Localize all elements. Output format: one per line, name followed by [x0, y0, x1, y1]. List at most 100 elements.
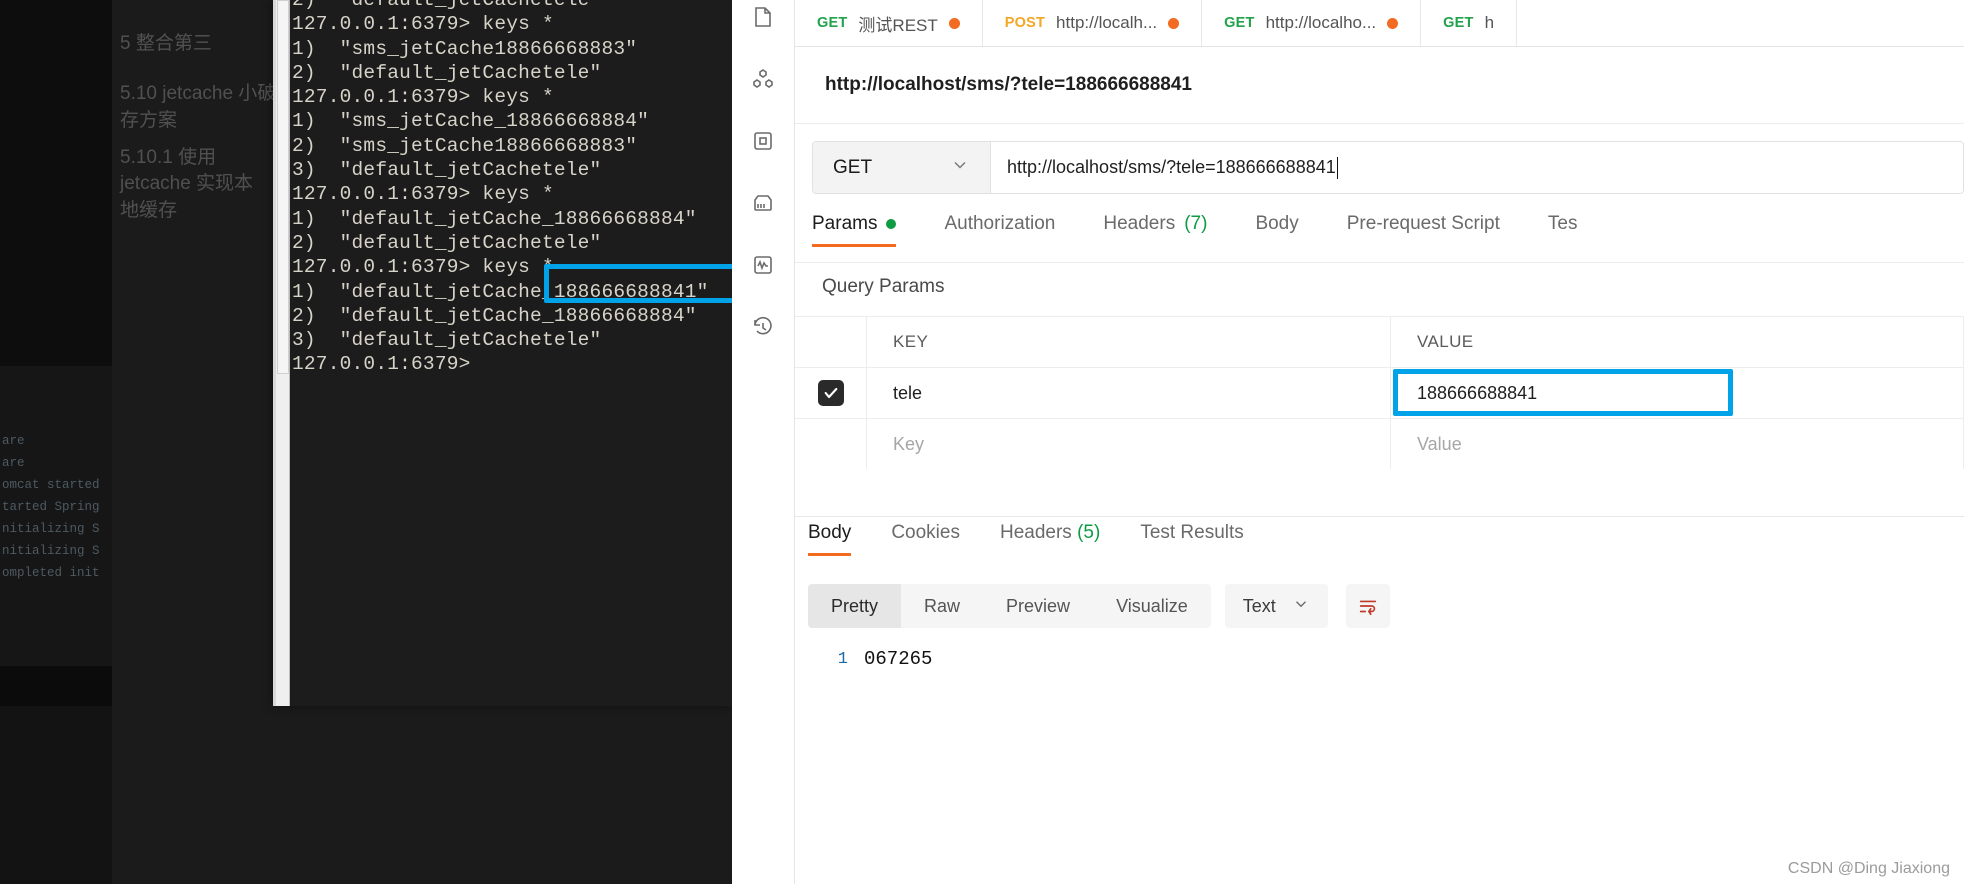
tab-name-label: 测试REST [858, 15, 938, 35]
table-row[interactable]: Key Value [795, 419, 1964, 470]
response-body-viewer[interactable]: 1 067265 [808, 645, 1964, 884]
header-key-label: KEY [893, 332, 929, 351]
collections-icon[interactable] [746, 0, 780, 34]
request-url-input-value: http://localhost/sms/?tele=188666688841 [1007, 157, 1336, 177]
header-cell-checkbox [795, 317, 867, 367]
row-value-cell[interactable]: Value [1391, 419, 1964, 469]
background-note: jetcache 实现本 [120, 173, 254, 194]
view-mode-label: Raw [924, 595, 961, 616]
params-present-icon [886, 219, 897, 229]
response-view-mode-group[interactable]: Pretty Raw Preview Visualize [808, 584, 1211, 628]
table-header-row: KEY VALUE [795, 317, 1964, 368]
request-tab[interactable]: GET h [1421, 0, 1518, 46]
request-tab-params[interactable]: Params [812, 213, 897, 247]
request-tab-label: Pre-request Script [1346, 213, 1500, 234]
row-key-cell[interactable]: tele [867, 368, 1391, 418]
table-row[interactable]: tele 188666688841 [795, 368, 1964, 419]
row-key-cell[interactable]: Key [867, 419, 1391, 469]
request-tab-label: Headers [1103, 213, 1176, 234]
http-method-select[interactable]: GET [813, 142, 991, 193]
window-scrollbar-thumb[interactable] [277, 0, 289, 374]
terminal-line: 3) "default_jetCachetele" [292, 159, 602, 182]
history-icon[interactable] [746, 310, 780, 344]
background-note: 5 整合第三 [120, 33, 212, 54]
request-tabs-divider [795, 262, 1964, 263]
postman-left-rail [732, 0, 795, 884]
request-tab-authorization[interactable]: Authorization [944, 213, 1055, 247]
tab-method-label: GET [1443, 15, 1474, 31]
header-cell-value: VALUE [1391, 317, 1964, 367]
request-section-tabs[interactable]: Params Authorization Headers (7) Body Pre-req… [812, 213, 1964, 263]
background-log-line: nitializing S [2, 522, 100, 536]
request-url-input[interactable]: http://localhost/sms/?tele=188666688841 [991, 142, 1963, 193]
response-tab-count: (5) [1077, 522, 1101, 543]
response-tab-cookies[interactable]: Cookies [891, 522, 960, 556]
request-tab-label: Body [1255, 213, 1299, 234]
response-tab-label: Cookies [891, 522, 960, 543]
request-tab-count: (7) [1184, 213, 1208, 234]
terminal-line: 1) "default_jetCache_18866668884" [292, 207, 697, 230]
terminal-line: 2) "default_jetCachetele" [292, 61, 602, 84]
response-tab-body[interactable]: Body [808, 522, 852, 556]
view-mode-raw[interactable]: Raw [901, 584, 983, 628]
apis-icon[interactable] [746, 62, 780, 96]
text-caret [1336, 156, 1339, 179]
mock-servers-icon[interactable] [746, 186, 780, 220]
response-format-select[interactable]: Text [1224, 584, 1328, 628]
monitors-icon[interactable] [746, 248, 780, 282]
param-key-placeholder: Key [893, 433, 925, 454]
word-wrap-icon[interactable] [1345, 584, 1390, 628]
row-value-cell[interactable]: 188666688841 [1391, 368, 1964, 418]
terminal-line: 2) "sms_jetCache18866668883" [292, 134, 638, 157]
tab-method-label: GET [817, 15, 848, 31]
param-enabled-checkbox[interactable] [818, 431, 844, 457]
background-log-line: are [2, 434, 25, 448]
background-log-line: nitializing S [2, 544, 100, 558]
tab-method-label: POST [1004, 15, 1046, 31]
terminal-highlight-box [544, 264, 752, 303]
unsaved-indicator-icon [1387, 17, 1399, 29]
response-code-line: 1 067265 [808, 645, 1964, 673]
request-builder-row: GET http://localhost/sms/?tele=188666688… [812, 141, 1964, 194]
terminal-line: 127.0.0.1:6379> keys * [292, 183, 554, 206]
terminal-line: 2) "default_jetCachetele" [292, 231, 602, 254]
view-mode-label: Visualize [1116, 595, 1188, 616]
response-tab-headers[interactable]: Headers (5) [1000, 522, 1100, 556]
background-doc-panel-4 [0, 706, 112, 884]
response-code-text: 067265 [864, 648, 933, 670]
response-section-tabs[interactable]: Body Cookies Headers (5) Test Results [808, 522, 1964, 572]
param-key-value: tele [893, 382, 923, 403]
terminal-line: 2) "default_jetCache_18866668884" [292, 304, 697, 327]
environments-icon[interactable] [746, 124, 780, 158]
redis-cli-terminal[interactable]: 2) "default_jetCachetele" 127.0.0.1:6379>… [290, 0, 732, 706]
background-log-line: tarted Spring [2, 500, 100, 514]
view-mode-label: Pretty [831, 595, 879, 616]
param-enabled-checkbox[interactable] [817, 380, 844, 406]
terminal-line: 2) "default_jetCachetele" [292, 0, 602, 11]
header-cell-key: KEY [867, 317, 1391, 367]
response-view-bar: Pretty Raw Preview Visualize Text [808, 584, 1390, 628]
response-format-label: Text [1242, 595, 1276, 616]
request-tab-label: Authorization [944, 213, 1056, 234]
request-tab[interactable]: POST http://localh... [983, 0, 1203, 46]
request-tab-body[interactable]: Body [1255, 213, 1298, 247]
param-value-value: 188666688841 [1417, 382, 1538, 403]
tab-method-label: GET [1224, 15, 1255, 31]
background-log-line: omcat started [2, 478, 100, 492]
request-tab-pre-request-script[interactable]: Pre-request Script [1347, 213, 1500, 247]
screenshot-root: 5 整合第三 5.10 jetcache 小破站 存方案 5.10.1 使用 jetca… [0, 0, 1964, 884]
response-tab-test-results[interactable]: Test Results [1140, 522, 1243, 556]
response-tab-label: Body [808, 522, 852, 543]
query-params-table: KEY VALUE tele 188666688841 Key Value [795, 316, 1964, 470]
view-mode-visualize[interactable]: Visualize [1093, 584, 1211, 628]
unsaved-indicator-icon [1168, 17, 1180, 29]
background-note: 地缓存 [120, 200, 178, 221]
view-mode-preview[interactable]: Preview [983, 584, 1093, 628]
request-tab[interactable]: GET http://localho... [1202, 0, 1422, 46]
request-tab[interactable]: GET 测试REST [795, 0, 983, 46]
request-tab-tes[interactable]: Tes [1548, 213, 1578, 247]
view-mode-pretty[interactable]: Pretty [808, 584, 902, 628]
param-value-placeholder: Value [1417, 433, 1462, 454]
request-tab-strip[interactable]: GET 测试REST POST http://localh... GET http://l… [795, 0, 1964, 47]
request-tab-headers[interactable]: Headers (7) [1103, 213, 1207, 247]
